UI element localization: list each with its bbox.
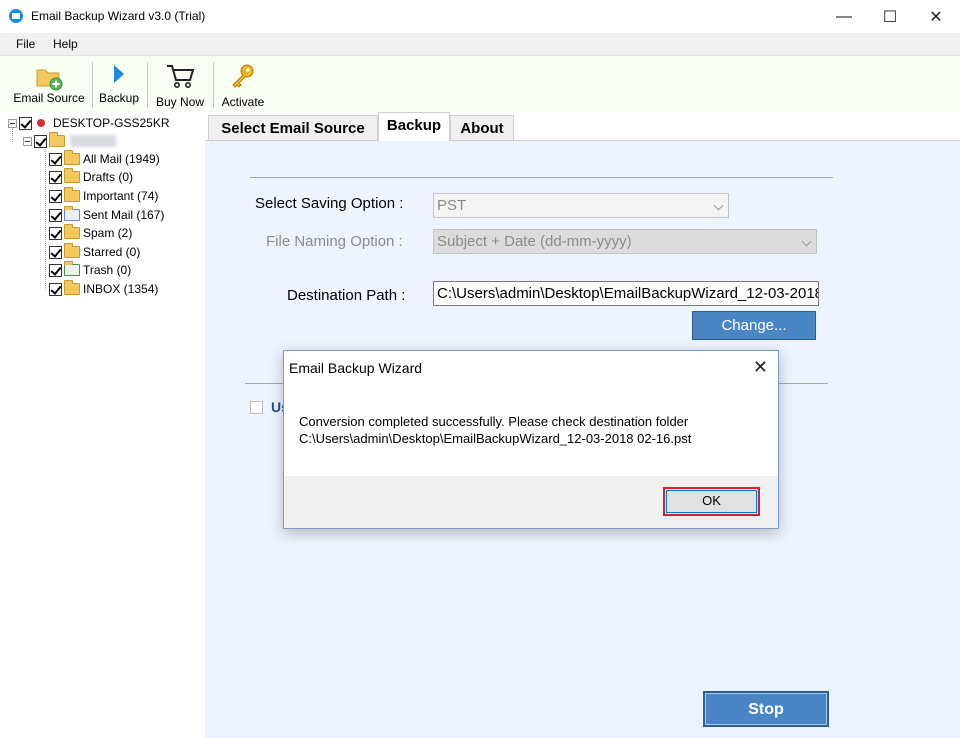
- stop-button[interactable]: Stop: [703, 691, 829, 727]
- folder-label: Drafts (0): [83, 170, 134, 184]
- folder-checkbox[interactable]: [49, 226, 62, 240]
- change-button[interactable]: Change...: [692, 311, 816, 340]
- naming-option-label: File Naming Option :: [266, 233, 403, 250]
- account-name-redacted: [70, 135, 116, 147]
- ok-button[interactable]: OK: [663, 487, 760, 516]
- backup-label: Backup: [98, 91, 140, 105]
- dialog-message-line2: C:\Users\admin\Desktop\EmailBackupWizard…: [299, 431, 692, 446]
- inbox-icon: [64, 280, 80, 295]
- email-source-button[interactable]: Email Source: [10, 56, 88, 113]
- menu-bar: File Help: [0, 33, 960, 55]
- tab-backup[interactable]: Backup: [378, 112, 450, 141]
- chevron-down-icon: [713, 200, 724, 211]
- folder-checkbox[interactable]: [49, 170, 62, 184]
- drafts-folder-icon: [64, 168, 80, 183]
- folder-icon: [64, 187, 80, 202]
- naming-option-value: Subject + Date (dd-mm-yyyy): [437, 233, 632, 250]
- dialog-message-line1: Conversion completed successfully. Pleas…: [299, 414, 689, 429]
- folder-label: Important (74): [83, 189, 159, 203]
- root-checkbox[interactable]: [19, 116, 32, 130]
- collapse-icon[interactable]: [23, 136, 32, 146]
- sent-mail-icon: [64, 206, 80, 221]
- email-source-label: Email Source: [13, 91, 85, 105]
- chevron-down-icon: [801, 236, 812, 247]
- buy-now-button[interactable]: Buy Now: [151, 56, 209, 113]
- minimize-button[interactable]: —: [821, 0, 867, 33]
- saving-option-label: Select Saving Option :: [255, 195, 404, 212]
- close-button[interactable]: ✕: [913, 0, 959, 33]
- toolbar: Email Source Backup Buy Now Activate: [0, 55, 960, 112]
- menu-file[interactable]: File: [16, 37, 35, 51]
- tree-item-spam[interactable]: Spam (2): [49, 224, 132, 242]
- cart-icon: [167, 65, 195, 88]
- folder-checkbox[interactable]: [49, 152, 62, 166]
- saving-option-value: PST: [437, 197, 467, 214]
- destination-path-input[interactable]: C:\Users\admin\Desktop\EmailBackupWizard…: [433, 281, 819, 306]
- folder-label: Starred (0): [83, 245, 141, 259]
- dialog-footer: OK: [284, 476, 778, 528]
- title-bar: Email Backup Wizard v3.0 (Trial) — ☐ ✕: [0, 0, 960, 33]
- activate-label: Activate: [221, 95, 265, 109]
- folder-icon: [64, 150, 80, 165]
- account-folder-icon: [49, 132, 65, 147]
- folder-label: Trash (0): [83, 263, 132, 277]
- play-arrow-icon: [114, 65, 124, 83]
- destination-path-label: Destination Path :: [287, 287, 406, 304]
- buy-now-label: Buy Now: [155, 95, 205, 109]
- key-icon: [232, 64, 254, 88]
- tree-item-drafts[interactable]: Drafts (0): [49, 168, 133, 186]
- tab-select-email-source[interactable]: Select Email Source: [208, 115, 378, 140]
- tree-root[interactable]: DESKTOP-GSS25KR: [8, 114, 169, 132]
- app-icon: [9, 9, 23, 23]
- folder-label: Spam (2): [83, 226, 133, 240]
- folder-label: All Mail (1949): [83, 152, 160, 166]
- add-folder-icon: [36, 69, 63, 91]
- menu-help[interactable]: Help: [53, 37, 78, 51]
- tab-about[interactable]: About: [450, 115, 514, 140]
- folder-checkbox[interactable]: [49, 263, 62, 277]
- tree-root-label: DESKTOP-GSS25KR: [53, 116, 170, 130]
- collapse-icon[interactable]: [8, 118, 17, 128]
- completion-dialog: Email Backup Wizard ✕ Conversion complet…: [283, 350, 779, 529]
- tree-item-all-mail[interactable]: All Mail (1949): [49, 150, 160, 168]
- folder-checkbox[interactable]: [49, 189, 62, 203]
- saving-option-select[interactable]: PST: [433, 193, 729, 218]
- backup-button[interactable]: Backup: [96, 56, 142, 113]
- folder-checkbox[interactable]: [49, 208, 62, 222]
- trash-icon: [64, 261, 80, 276]
- folder-icon: [64, 243, 80, 258]
- folder-label: INBOX (1354): [83, 282, 159, 296]
- tree-item-inbox[interactable]: INBOX (1354): [49, 280, 158, 298]
- tree-account[interactable]: [23, 132, 116, 150]
- toolbar-separator: [147, 62, 148, 108]
- maximize-button[interactable]: ☐: [867, 0, 913, 33]
- tree-connector: [45, 146, 46, 290]
- folder-label: Sent Mail (167): [83, 208, 165, 222]
- dialog-title: Email Backup Wizard: [289, 360, 423, 376]
- toolbar-separator: [92, 62, 93, 108]
- dialog-close-button[interactable]: ✕: [753, 357, 768, 378]
- tree-item-trash[interactable]: Trash (0): [49, 261, 131, 279]
- folder-tree: DESKTOP-GSS25KR All Mail (1949) Drafts (…: [0, 112, 205, 738]
- folder-icon: [64, 224, 80, 239]
- window-title: Email Backup Wizard v3.0 (Trial): [31, 9, 206, 23]
- divider: [250, 177, 833, 178]
- tree-item-sent-mail[interactable]: Sent Mail (167): [49, 206, 164, 224]
- toolbar-separator: [213, 62, 214, 108]
- tree-item-important[interactable]: Important (74): [49, 187, 158, 205]
- folder-checkbox[interactable]: [49, 282, 62, 296]
- account-checkbox[interactable]: [34, 134, 47, 148]
- computer-icon: [37, 119, 45, 127]
- activate-button[interactable]: Activate: [217, 56, 269, 113]
- naming-option-select[interactable]: Subject + Date (dd-mm-yyyy): [433, 229, 817, 254]
- folder-checkbox[interactable]: [49, 245, 62, 259]
- tree-item-starred[interactable]: Starred (0): [49, 243, 140, 261]
- option-checkbox[interactable]: [250, 400, 263, 414]
